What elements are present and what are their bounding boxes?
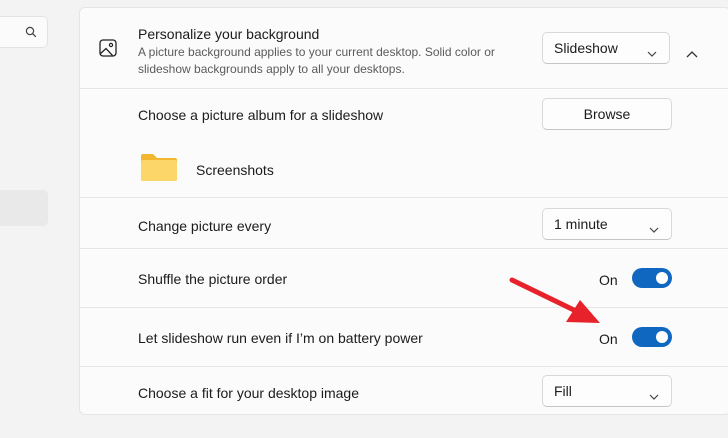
picture-icon <box>98 38 118 63</box>
browse-button[interactable]: Browse <box>542 98 672 130</box>
battery-toggle[interactable] <box>632 327 672 347</box>
fit-value: Fill <box>554 383 572 399</box>
chevron-down-icon <box>647 44 657 60</box>
battery-label: Let slideshow run even if I’m on battery… <box>138 330 423 346</box>
chevron-down-icon <box>649 387 659 403</box>
annotation-arrow-icon <box>509 277 600 323</box>
shuffle-row: Shuffle the picture order On <box>80 248 728 307</box>
search-icon <box>25 25 37 43</box>
change-picture-label: Change picture every <box>138 218 272 234</box>
interval-value: 1 minute <box>554 216 608 232</box>
fit-row: Choose a fit for your desktop image Fill <box>80 366 728 414</box>
album-folder-item[interactable]: Screenshots <box>80 146 728 196</box>
album-label: Choose a picture album for a slideshow <box>138 107 384 123</box>
battery-row: Let slideshow run even if I’m on battery… <box>80 307 728 366</box>
toggle-knob <box>656 272 668 284</box>
folder-icon <box>140 152 178 187</box>
toggle-knob <box>656 331 668 343</box>
interval-dropdown[interactable]: 1 minute <box>542 208 672 240</box>
personalize-background-header: Personalize your background A picture ba… <box>80 8 728 88</box>
chevron-down-icon <box>649 220 659 236</box>
chevron-up-icon <box>686 45 698 63</box>
fit-dropdown[interactable]: Fill <box>542 375 672 407</box>
page-title: Personalize your background <box>138 26 320 42</box>
collapse-button[interactable] <box>678 38 706 62</box>
sidebar-item-selected[interactable] <box>0 190 48 226</box>
fit-label: Choose a fit for your desktop image <box>138 385 360 401</box>
search-input[interactable] <box>0 16 48 48</box>
background-type-dropdown[interactable]: Slideshow <box>542 32 670 64</box>
background-settings-card: Personalize your background A picture ba… <box>79 7 728 415</box>
background-type-value: Slideshow <box>554 40 618 56</box>
background-description: A picture background applies to your cur… <box>138 45 495 76</box>
shuffle-toggle[interactable] <box>632 268 672 288</box>
shuffle-label: Shuffle the picture order <box>138 271 288 287</box>
album-folder-name: Screenshots <box>196 162 274 178</box>
